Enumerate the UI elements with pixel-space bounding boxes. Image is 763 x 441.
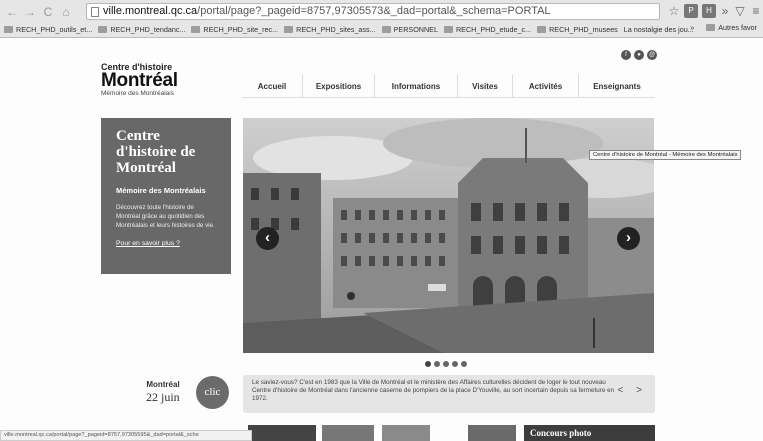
folder-icon bbox=[443, 26, 453, 33]
nav-enseignants[interactable]: Enseignants bbox=[579, 74, 655, 98]
nav-expositions[interactable]: Expositions bbox=[303, 74, 375, 98]
extension-icon[interactable]: P bbox=[684, 4, 698, 18]
nav-visites[interactable]: Visites bbox=[458, 74, 513, 98]
tooltip: Centre d'histoire de Montréal - Mémoire … bbox=[589, 150, 742, 160]
slider-dot[interactable] bbox=[461, 361, 467, 367]
home-icon[interactable]: ⌂ bbox=[60, 5, 72, 19]
facebook-icon[interactable]: f bbox=[621, 50, 631, 60]
extension-icon[interactable]: H bbox=[702, 4, 716, 18]
back-icon[interactable]: ← bbox=[6, 5, 18, 19]
bookmark[interactable]: RECH_PHD_musees bbox=[537, 23, 618, 36]
promo-tile[interactable]: Concours photo bbox=[524, 425, 655, 441]
logo-line3: Mémoire des Montréalais bbox=[101, 90, 174, 97]
hero-subtitle: Mémoire des Montréalais bbox=[116, 186, 206, 195]
page-icon bbox=[91, 7, 99, 17]
nav-informations[interactable]: Informations bbox=[375, 74, 458, 98]
date-city: Montréal bbox=[146, 380, 180, 389]
forward-icon[interactable]: → bbox=[24, 5, 36, 19]
web-page: Centre d'histoire Montréal Mémoire des M… bbox=[0, 39, 763, 441]
bookmark[interactable]: PERSONNEL bbox=[381, 23, 438, 36]
status-bar: ville.montreal.qc.ca/portal/page?_pageid… bbox=[0, 430, 252, 441]
nav-accueil[interactable]: Accueil bbox=[242, 74, 303, 98]
bookmark[interactable]: RECH_PHD_etude_c... bbox=[443, 23, 531, 36]
slide-prev-button[interactable]: ‹ bbox=[256, 227, 279, 250]
thumbnail[interactable] bbox=[322, 425, 374, 441]
url-host: ville.montreal.qc.ca bbox=[103, 5, 198, 17]
slide-next-button[interactable]: › bbox=[617, 227, 640, 250]
other-bookmarks[interactable]: Autres favor bbox=[706, 23, 757, 32]
thumbnail[interactable] bbox=[468, 425, 516, 441]
bookmarks-overflow[interactable]: » bbox=[690, 23, 694, 32]
thumbnail[interactable] bbox=[382, 425, 430, 441]
logo-line2: Montréal bbox=[101, 70, 178, 91]
folder-icon bbox=[98, 26, 108, 33]
bookmarks-right: » Autres favor bbox=[690, 23, 763, 32]
read-more-link[interactable]: Pour en savoir plus ? bbox=[116, 240, 216, 247]
slider-dot[interactable] bbox=[434, 361, 440, 367]
did-you-know-text: Le saviez-vous? C'est en 1983 que la Vil… bbox=[252, 379, 615, 402]
folder-icon bbox=[706, 24, 716, 31]
social-links: f ● @ bbox=[621, 50, 657, 60]
folder-icon bbox=[284, 26, 294, 33]
hero-info-box: Centre d'histoire de Montréal Mémoire de… bbox=[101, 118, 231, 274]
clic-button[interactable]: clic bbox=[196, 376, 229, 409]
date-day: 22 juin bbox=[146, 390, 180, 404]
address-bar[interactable]: ville.montreal.qc.ca/portal/page?_pageid… bbox=[86, 3, 660, 20]
main-nav: Accueil Expositions Informations Visites… bbox=[242, 74, 655, 98]
date-box: Montréal 22 juin bbox=[146, 380, 180, 405]
fact-nav-arrows[interactable]: < > bbox=[618, 386, 647, 396]
bookmark[interactable]: RECH_PHD_site_rec... bbox=[191, 23, 278, 36]
bookmark[interactable]: RECH_PHD_outils_et... bbox=[4, 23, 92, 36]
reload-icon[interactable]: C bbox=[42, 5, 54, 19]
folder-icon bbox=[381, 26, 391, 33]
email-icon[interactable]: @ bbox=[647, 50, 657, 60]
did-you-know-box: Le saviez-vous? C'est en 1983 que la Vil… bbox=[243, 375, 655, 413]
bookmark[interactable]: RECH_PHD_sites_ass... bbox=[284, 23, 376, 36]
browser-nav: ← → C ⌂ bbox=[6, 5, 72, 19]
menu-icon[interactable]: ≡ bbox=[749, 4, 763, 18]
flickr-icon[interactable]: ● bbox=[634, 50, 644, 60]
nav-activites[interactable]: Activités bbox=[513, 74, 579, 98]
slider-dot[interactable] bbox=[452, 361, 458, 367]
slider-dot[interactable] bbox=[425, 361, 431, 367]
bookmark[interactable]: La nostalgie des jou... bbox=[624, 23, 694, 36]
bookmarks-bar: RECH_PHD_outils_et... RECH_PHD_tendanc..… bbox=[4, 23, 763, 36]
hero-description: Découvrez toute l'histoire de Montréal g… bbox=[116, 204, 215, 229]
promo-title: Concours photo bbox=[530, 428, 592, 438]
folder-icon bbox=[4, 26, 13, 33]
thumbnail[interactable] bbox=[248, 425, 316, 441]
shield-icon[interactable]: ▽ bbox=[733, 4, 747, 18]
browser-chrome: ← → C ⌂ ville.montreal.qc.ca/portal/page… bbox=[0, 0, 763, 38]
slider-dot[interactable] bbox=[443, 361, 449, 367]
url-path: /portal/page?_pageid=8757,97305573&_dad=… bbox=[197, 5, 551, 17]
folder-icon bbox=[537, 26, 547, 33]
bookmark[interactable]: RECH_PHD_tendanc... bbox=[98, 23, 185, 36]
star-icon[interactable]: ☆ bbox=[667, 4, 681, 18]
hero-title: Centre d'histoire de Montréal bbox=[116, 128, 196, 176]
extension-icon[interactable]: » bbox=[718, 4, 732, 18]
site-logo[interactable]: Centre d'histoire Montréal Mémoire des M… bbox=[101, 62, 211, 97]
folder-icon bbox=[191, 26, 201, 33]
slider-dots bbox=[425, 361, 467, 367]
